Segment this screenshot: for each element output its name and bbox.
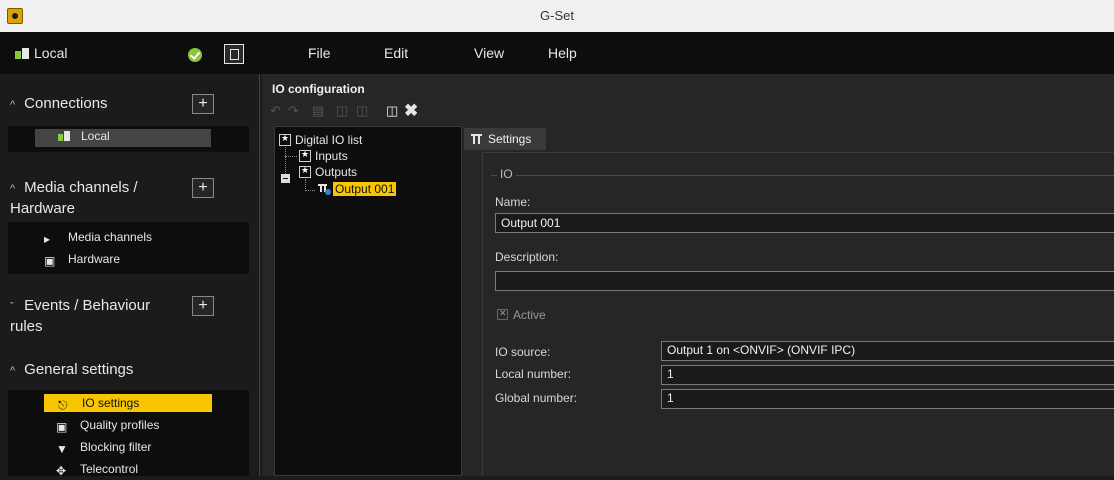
redo-icon[interactable]: ↷ — [288, 104, 302, 118]
io-icon: ⎋ — [58, 398, 68, 412]
tree-node-inputs[interactable]: Inputs — [299, 149, 348, 163]
chevron-up-icon: ^ — [10, 365, 16, 377]
tab-settings[interactable]: Settings — [464, 128, 546, 150]
undo-icon[interactable]: ↶ — [270, 104, 284, 118]
local-number-field[interactable]: 1 — [661, 365, 1114, 385]
events-header[interactable]: ˇ Events / Behaviour rules — [10, 296, 150, 337]
io-icon — [471, 134, 482, 144]
delete-icon[interactable]: ✖ — [404, 102, 418, 119]
joystick-icon: ✥ — [56, 464, 67, 478]
main-panel: IO configuration ↶ ↷ ▤ ◫ ◫ ◫ ✖ Digital I… — [262, 74, 1114, 476]
paste-icon[interactable]: ◫ — [356, 104, 370, 118]
io-tree: Digital IO list Inputs Outputs Output 00… — [274, 126, 462, 476]
tree-root-digital-io-list[interactable]: Digital IO list — [279, 133, 362, 147]
io-group-label: IO — [497, 167, 516, 181]
panel-title: IO configuration — [272, 82, 365, 96]
add-media-button[interactable]: + — [192, 178, 214, 198]
collapse-outputs-toggle[interactable] — [281, 174, 290, 183]
star-box-icon — [299, 149, 311, 162]
description-field[interactable] — [495, 271, 1114, 291]
chevron-up-icon: ^ — [10, 99, 16, 111]
exit-button[interactable] — [224, 44, 244, 64]
print-icon[interactable]: ▤ — [312, 104, 326, 118]
global-number-field[interactable]: 1 — [661, 389, 1114, 409]
sidebar-item-blocking-filter[interactable]: ▼ Blocking filter — [56, 440, 151, 458]
chevron-down-icon: ˇ — [10, 301, 14, 313]
chip-icon: ▣ — [44, 254, 56, 268]
tree-node-output-001[interactable]: Output 001 — [317, 182, 397, 196]
io-group-border — [491, 175, 1114, 199]
io-source-field[interactable]: Output 1 on <ONVIF> (ONVIF IPC) — [661, 341, 1114, 361]
output-io-icon — [318, 184, 331, 195]
site-name: Local — [34, 45, 68, 61]
list-icon — [279, 133, 291, 146]
server-icon — [15, 48, 29, 59]
add-document-icon[interactable]: ◫ — [386, 104, 400, 118]
active-label: Active — [513, 308, 546, 322]
star-box-icon: ▣ — [56, 420, 68, 434]
description-label: Description: — [495, 250, 559, 264]
media-header[interactable]: ^ Media channels / Hardware — [10, 178, 138, 219]
sidebar: ^ Connections + Local ^ Media channels /… — [0, 74, 260, 478]
menu-help[interactable]: Help — [548, 45, 577, 61]
title-bar: G-Set — [0, 0, 1114, 32]
settings-form: IO Name: Output 001 Description: Active … — [482, 152, 1114, 476]
connection-local[interactable]: Local — [35, 129, 211, 147]
name-field[interactable]: Output 001 — [495, 213, 1114, 233]
media-list: ▸ Media channels ▣ Hardware — [8, 222, 249, 274]
sidebar-item-quality-profiles[interactable]: ▣ Quality profiles — [56, 418, 159, 436]
sidebar-item-media-channels[interactable]: ▸ Media channels — [44, 230, 152, 248]
tree-node-outputs[interactable]: Outputs — [299, 165, 357, 179]
connections-header[interactable]: ^ Connections — [10, 95, 108, 112]
name-label: Name: — [495, 195, 531, 209]
connections-list: Local — [8, 126, 249, 152]
active-checkbox[interactable] — [497, 308, 508, 320]
filter-icon: ▼ — [56, 442, 68, 456]
sidebar-item-hardware[interactable]: ▣ Hardware — [44, 252, 120, 270]
local-number-label: Local number: — [495, 367, 572, 381]
copy-icon[interactable]: ◫ — [336, 104, 350, 118]
connected-check-icon — [188, 48, 202, 62]
global-number-label: Global number: — [495, 391, 578, 405]
menu-edit[interactable]: Edit — [384, 45, 408, 61]
menu-bar: Local File Edit View Help — [0, 32, 1114, 74]
star-box-icon — [299, 165, 311, 178]
sidebar-item-telecontrol[interactable]: ✥ Telecontrol — [56, 462, 138, 480]
io-source-label: IO source: — [495, 345, 551, 359]
camera-icon: ▸ — [44, 232, 51, 246]
menu-view[interactable]: View — [474, 45, 504, 61]
general-settings-header[interactable]: ^ General settings — [10, 361, 133, 378]
add-connection-button[interactable]: + — [192, 94, 214, 114]
site-selector[interactable]: Local — [14, 45, 67, 61]
general-settings-list: ⎋ IO settings ▣ Quality profiles ▼ Blocking… — [8, 390, 249, 478]
chevron-up-icon: ^ — [10, 183, 16, 195]
window-title: G-Set — [540, 8, 574, 23]
add-event-button[interactable]: + — [192, 296, 214, 316]
sidebar-item-io-settings[interactable]: ⎋ IO settings — [44, 394, 212, 412]
menu-file[interactable]: File — [308, 45, 331, 61]
server-icon — [58, 131, 70, 141]
